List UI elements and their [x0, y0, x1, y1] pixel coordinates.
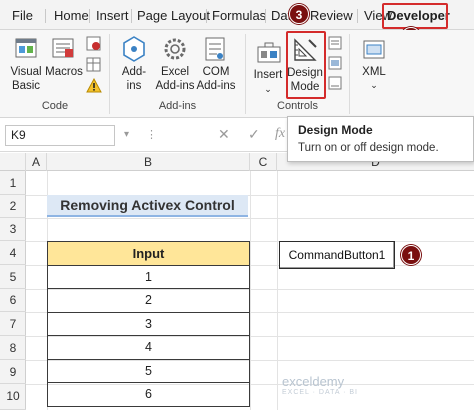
tab-separator: [131, 9, 132, 23]
developer-tab-highlight: [382, 3, 448, 29]
xml-source-icon[interactable]: [362, 38, 386, 65]
table-cell[interactable]: 5: [47, 358, 250, 383]
tab-formulas[interactable]: Formulas: [212, 6, 266, 26]
column-header-c[interactable]: C: [250, 153, 277, 171]
macros-icon[interactable]: [51, 36, 77, 65]
insert-dropdown-chevron-icon[interactable]: ⌄: [262, 82, 274, 96]
command-button-1[interactable]: CommandButton1: [279, 241, 395, 269]
row-header-9[interactable]: 9: [0, 360, 26, 384]
design-mode-tooltip: Design Mode Turn on or off design mode.: [287, 116, 474, 162]
tooltip-title: Design Mode: [298, 123, 373, 137]
table-cell[interactable]: 1: [47, 264, 250, 289]
excel-add-ins-gear-icon[interactable]: [162, 35, 188, 66]
add-ins-label[interactable]: Add-ins: [114, 65, 154, 93]
watermark-name: exceldemy: [282, 374, 345, 389]
tooltip-description: Turn on or off design mode.: [298, 142, 439, 154]
tab-separator: [357, 9, 358, 23]
input-table: Input 1 2 3 4 5 6: [47, 241, 250, 407]
exceldemy-watermark: exceldemy EXCEL · DATA · BI: [282, 374, 358, 396]
tab-home[interactable]: Home: [54, 6, 89, 26]
xml-label[interactable]: XML: [357, 65, 391, 79]
row-header-8[interactable]: 8: [0, 336, 26, 360]
run-dialog-icon[interactable]: [328, 76, 342, 93]
insert-controls-label[interactable]: Insert: [251, 68, 285, 82]
table-cell[interactable]: 2: [47, 288, 250, 313]
sheet-title-cell[interactable]: Removing Activex Control: [47, 195, 248, 217]
row-header-2[interactable]: 2: [0, 195, 26, 218]
visual-basic-icon[interactable]: [14, 36, 40, 65]
tab-separator: [89, 9, 90, 23]
ribbon: Visual Basic Macros Code Add-ins Excel Add…: [0, 30, 474, 118]
macro-security-icon[interactable]: [86, 77, 102, 97]
name-box-dropdown-icon[interactable]: ▾: [124, 129, 129, 140]
watermark-tagline: EXCEL · DATA · BI: [282, 389, 358, 396]
row-header-10[interactable]: 10: [0, 384, 26, 410]
formula-bar-grip-icon: ⋮: [146, 129, 157, 141]
table-header-input[interactable]: Input: [47, 241, 250, 266]
properties-icon[interactable]: [328, 36, 342, 53]
visual-basic-label[interactable]: Visual Basic: [7, 65, 45, 93]
tab-separator: [45, 9, 46, 23]
group-separator: [349, 34, 350, 114]
confirm-entry-icon[interactable]: ✓: [248, 126, 260, 143]
step-marker-3: 3: [289, 4, 309, 24]
cancel-entry-icon[interactable]: ✕: [218, 126, 230, 143]
com-add-ins-label[interactable]: COM Add-ins: [193, 65, 239, 93]
column-header-a[interactable]: A: [26, 153, 47, 171]
select-all-corner[interactable]: [0, 153, 26, 171]
row-header-bar: 1 2 3 4 5 6 7 8 9 10: [0, 171, 26, 410]
add-ins-group-label: Add-ins: [158, 100, 197, 112]
tab-separator: [265, 9, 266, 23]
add-ins-icon[interactable]: [121, 35, 147, 66]
name-box[interactable]: K9: [5, 125, 115, 146]
row-header-7[interactable]: 7: [0, 312, 26, 336]
excel-add-ins-label[interactable]: Excel Add-ins: [152, 65, 198, 93]
tab-file[interactable]: File: [12, 6, 33, 26]
macros-label[interactable]: Macros: [45, 65, 83, 79]
tab-separator: [206, 9, 207, 23]
tab-insert[interactable]: Insert: [96, 6, 129, 26]
row-header-4[interactable]: 4: [0, 241, 26, 265]
design-mode-highlight: [286, 31, 326, 99]
table-cell[interactable]: 4: [47, 335, 250, 360]
insert-function-icon[interactable]: fx: [275, 126, 285, 142]
code-group-label: Code: [41, 100, 69, 112]
tab-page-layout[interactable]: Page Layout: [137, 6, 210, 26]
com-add-ins-icon[interactable]: [203, 35, 227, 66]
row-header-3[interactable]: 3: [0, 218, 26, 241]
table-cell[interactable]: 6: [47, 382, 250, 407]
xml-dropdown-chevron-icon[interactable]: ⌄: [368, 78, 380, 92]
view-code-icon[interactable]: [328, 56, 342, 73]
controls-group-label: Controls: [277, 100, 318, 112]
relative-references-icon[interactable]: [86, 57, 102, 76]
row-header-1[interactable]: 1: [0, 171, 26, 195]
column-header-b[interactable]: B: [47, 153, 250, 171]
row-header-6[interactable]: 6: [0, 289, 26, 312]
record-macro-icon[interactable]: [86, 36, 102, 55]
group-separator: [245, 34, 246, 114]
gridline: [250, 171, 251, 410]
gridline: [277, 171, 278, 410]
row-header-5[interactable]: 5: [0, 265, 26, 289]
insert-controls-toolbox-icon[interactable]: [256, 40, 282, 69]
tab-review[interactable]: Review: [310, 6, 353, 26]
table-cell[interactable]: 3: [47, 311, 250, 336]
group-separator: [109, 34, 110, 114]
step-marker-1: 1: [401, 245, 421, 265]
